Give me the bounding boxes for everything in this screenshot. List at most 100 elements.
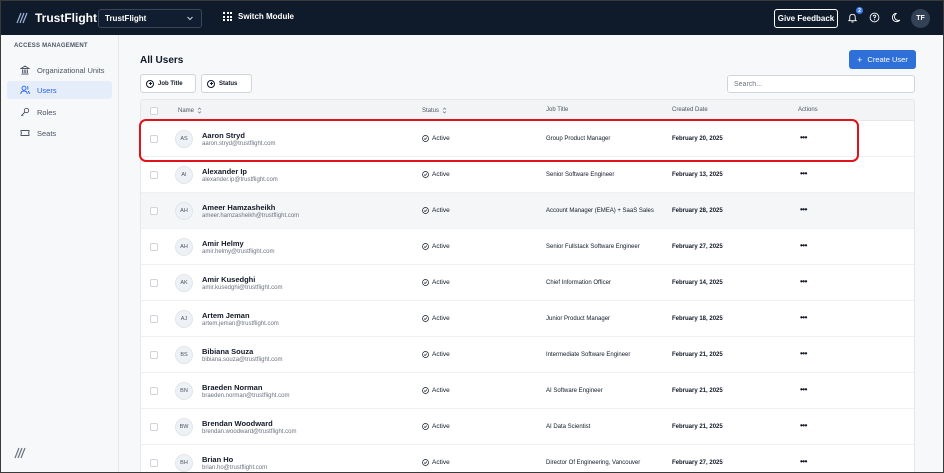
more-actions-icon[interactable]: ••• [800, 349, 807, 358]
more-actions-icon[interactable]: ••• [800, 133, 807, 142]
organization-select[interactable]: TrustFlight [98, 9, 202, 28]
user-email: braeden.norman@trustflight.com [202, 393, 290, 399]
job-title: Group Product Manager [546, 136, 611, 142]
status-label: Active [432, 207, 450, 214]
row-checkbox[interactable] [150, 351, 158, 359]
user-email: bibiana.souza@trustflight.com [202, 357, 283, 363]
ticket-icon [20, 130, 30, 136]
table-row[interactable]: AJ Artem Jeman artem.jeman@trustflight.c… [141, 301, 914, 337]
more-actions-icon[interactable]: ••• [800, 313, 807, 322]
create-user-button[interactable]: + Create User [849, 50, 916, 69]
status-badge: Active [422, 171, 450, 178]
more-actions-icon[interactable]: ••• [800, 457, 807, 466]
sidebar-item-roles[interactable]: Roles [7, 103, 112, 121]
user-name: Bibiana Souza [202, 347, 254, 356]
give-feedback-button[interactable]: Give Feedback [774, 9, 838, 28]
grid-icon [223, 12, 232, 21]
job-title: AI Data Scientist [546, 424, 591, 430]
status-badge: Active [422, 459, 450, 466]
user-name: Ameer Hamzasheikh [202, 203, 276, 212]
user-email: brian.ho@trustflight.com [202, 465, 268, 471]
more-actions-icon[interactable]: ••• [800, 277, 807, 286]
status-badge: Active [422, 243, 450, 250]
table-row[interactable]: AS Aaron Stryd aaron.stryd@trustflight.c… [141, 121, 914, 157]
sidebar-item-seats[interactable]: Seats [7, 124, 112, 142]
status-label: Active [432, 243, 450, 250]
row-checkbox[interactable] [150, 423, 158, 431]
plus-circle-icon [207, 79, 215, 88]
filter-status[interactable]: Status [201, 74, 252, 93]
more-actions-icon[interactable]: ••• [800, 169, 807, 178]
user-name: Amir Helmy [202, 239, 244, 248]
table-row[interactable]: AH Ameer Hamzasheikh ameer.hamzasheikh@t… [141, 193, 914, 229]
table-row[interactable]: BH Brian Ho brian.ho@trustflight.com Act… [141, 445, 914, 472]
sidebar-section-title: ACCESS MANAGEMENT [14, 43, 88, 49]
row-checkbox[interactable] [150, 315, 158, 323]
row-checkbox[interactable] [150, 207, 158, 215]
column-header-status[interactable]: Status [422, 107, 447, 114]
user-name: Braeden Norman [202, 383, 263, 392]
table-row[interactable]: BN Braeden Norman braeden.norman@trustfl… [141, 373, 914, 409]
row-checkbox[interactable] [150, 243, 158, 251]
column-header-name[interactable]: Name [178, 107, 202, 114]
row-checkbox[interactable] [150, 171, 158, 179]
filter-label: Status [219, 80, 238, 87]
user-email: amir.kusedghi@trustflight.com [202, 285, 283, 291]
sort-icon [197, 107, 202, 114]
more-actions-icon[interactable]: ••• [800, 421, 807, 430]
bell-icon[interactable] [847, 12, 858, 23]
column-header-label: Status [422, 107, 440, 114]
table-row[interactable]: AI Alexander Ip alexander.ip@trustflight… [141, 157, 914, 193]
row-checkbox[interactable] [150, 135, 158, 143]
brand-logo[interactable]: TrustFlight [15, 11, 97, 25]
user-email: ameer.hamzasheikh@trustflight.com [202, 213, 300, 219]
row-checkbox[interactable] [150, 279, 158, 287]
filter-job-title[interactable]: Job Title [140, 74, 196, 93]
check-circle-icon [422, 459, 429, 466]
select-all-checkbox[interactable] [150, 107, 158, 115]
trustflight-footer-logo-icon [14, 447, 26, 459]
table-header: Name Status Job Title Created Date Actio… [141, 100, 914, 121]
status-label: Active [432, 387, 450, 394]
table-row[interactable]: BW Brendan Woodward brendan.woodward@tru… [141, 409, 914, 445]
table-row[interactable]: BS Bibiana Souza bibiana.souza@trustflig… [141, 337, 914, 373]
moon-icon[interactable] [892, 12, 903, 23]
more-actions-icon[interactable]: ••• [800, 385, 807, 394]
created-date: February 13, 2025 [672, 172, 723, 178]
user-email: amir.helmy@trustflight.com [202, 249, 275, 255]
job-title: Director Of Engineering, Vancouver [546, 460, 641, 466]
avatar: AK [175, 274, 193, 292]
created-date: February 21, 2025 [672, 352, 723, 358]
avatar: BS [175, 346, 193, 364]
brand-name: TrustFlight [35, 11, 97, 25]
sidebar-item-label: Organizational Units [37, 65, 105, 75]
more-actions-icon[interactable]: ••• [800, 241, 807, 250]
table-row[interactable]: AK Amir Kusedghi amir.kusedghi@trustflig… [141, 265, 914, 301]
plus-circle-icon [146, 79, 154, 88]
status-badge: Active [422, 387, 450, 394]
sidebar-item-users[interactable]: Users [7, 81, 112, 99]
search-input[interactable] [727, 75, 915, 93]
sidebar-item-label: Roles [37, 107, 57, 117]
avatar: AH [175, 238, 193, 256]
job-title: Junior Product Manager [546, 316, 611, 322]
sidebar-item-organizational-units[interactable]: Organizational Units [7, 61, 112, 79]
row-checkbox[interactable] [150, 387, 158, 395]
created-date: February 27, 2025 [672, 460, 723, 466]
chevron-down-icon [187, 16, 193, 21]
user-name: Amir Kusedghi [202, 275, 256, 284]
create-user-label: Create User [867, 55, 908, 64]
avatar: BN [175, 382, 193, 400]
switch-module-button[interactable]: Switch Module [223, 12, 294, 21]
help-icon[interactable] [869, 12, 880, 23]
row-checkbox[interactable] [150, 459, 158, 467]
sidebar: ACCESS MANAGEMENT Organizational Units U… [1, 35, 119, 472]
user-avatar[interactable]: TF [911, 9, 930, 28]
table-row[interactable]: AH Amir Helmy amir.helmy@trustflight.com… [141, 229, 914, 265]
column-header-actions: Actions [798, 107, 818, 113]
app-window: TrustFlight TrustFlight Switch Module Gi… [0, 0, 944, 473]
check-circle-icon [422, 351, 429, 358]
avatar: BH [175, 454, 193, 472]
status-badge: Active [422, 315, 450, 322]
more-actions-icon[interactable]: ••• [800, 205, 807, 214]
